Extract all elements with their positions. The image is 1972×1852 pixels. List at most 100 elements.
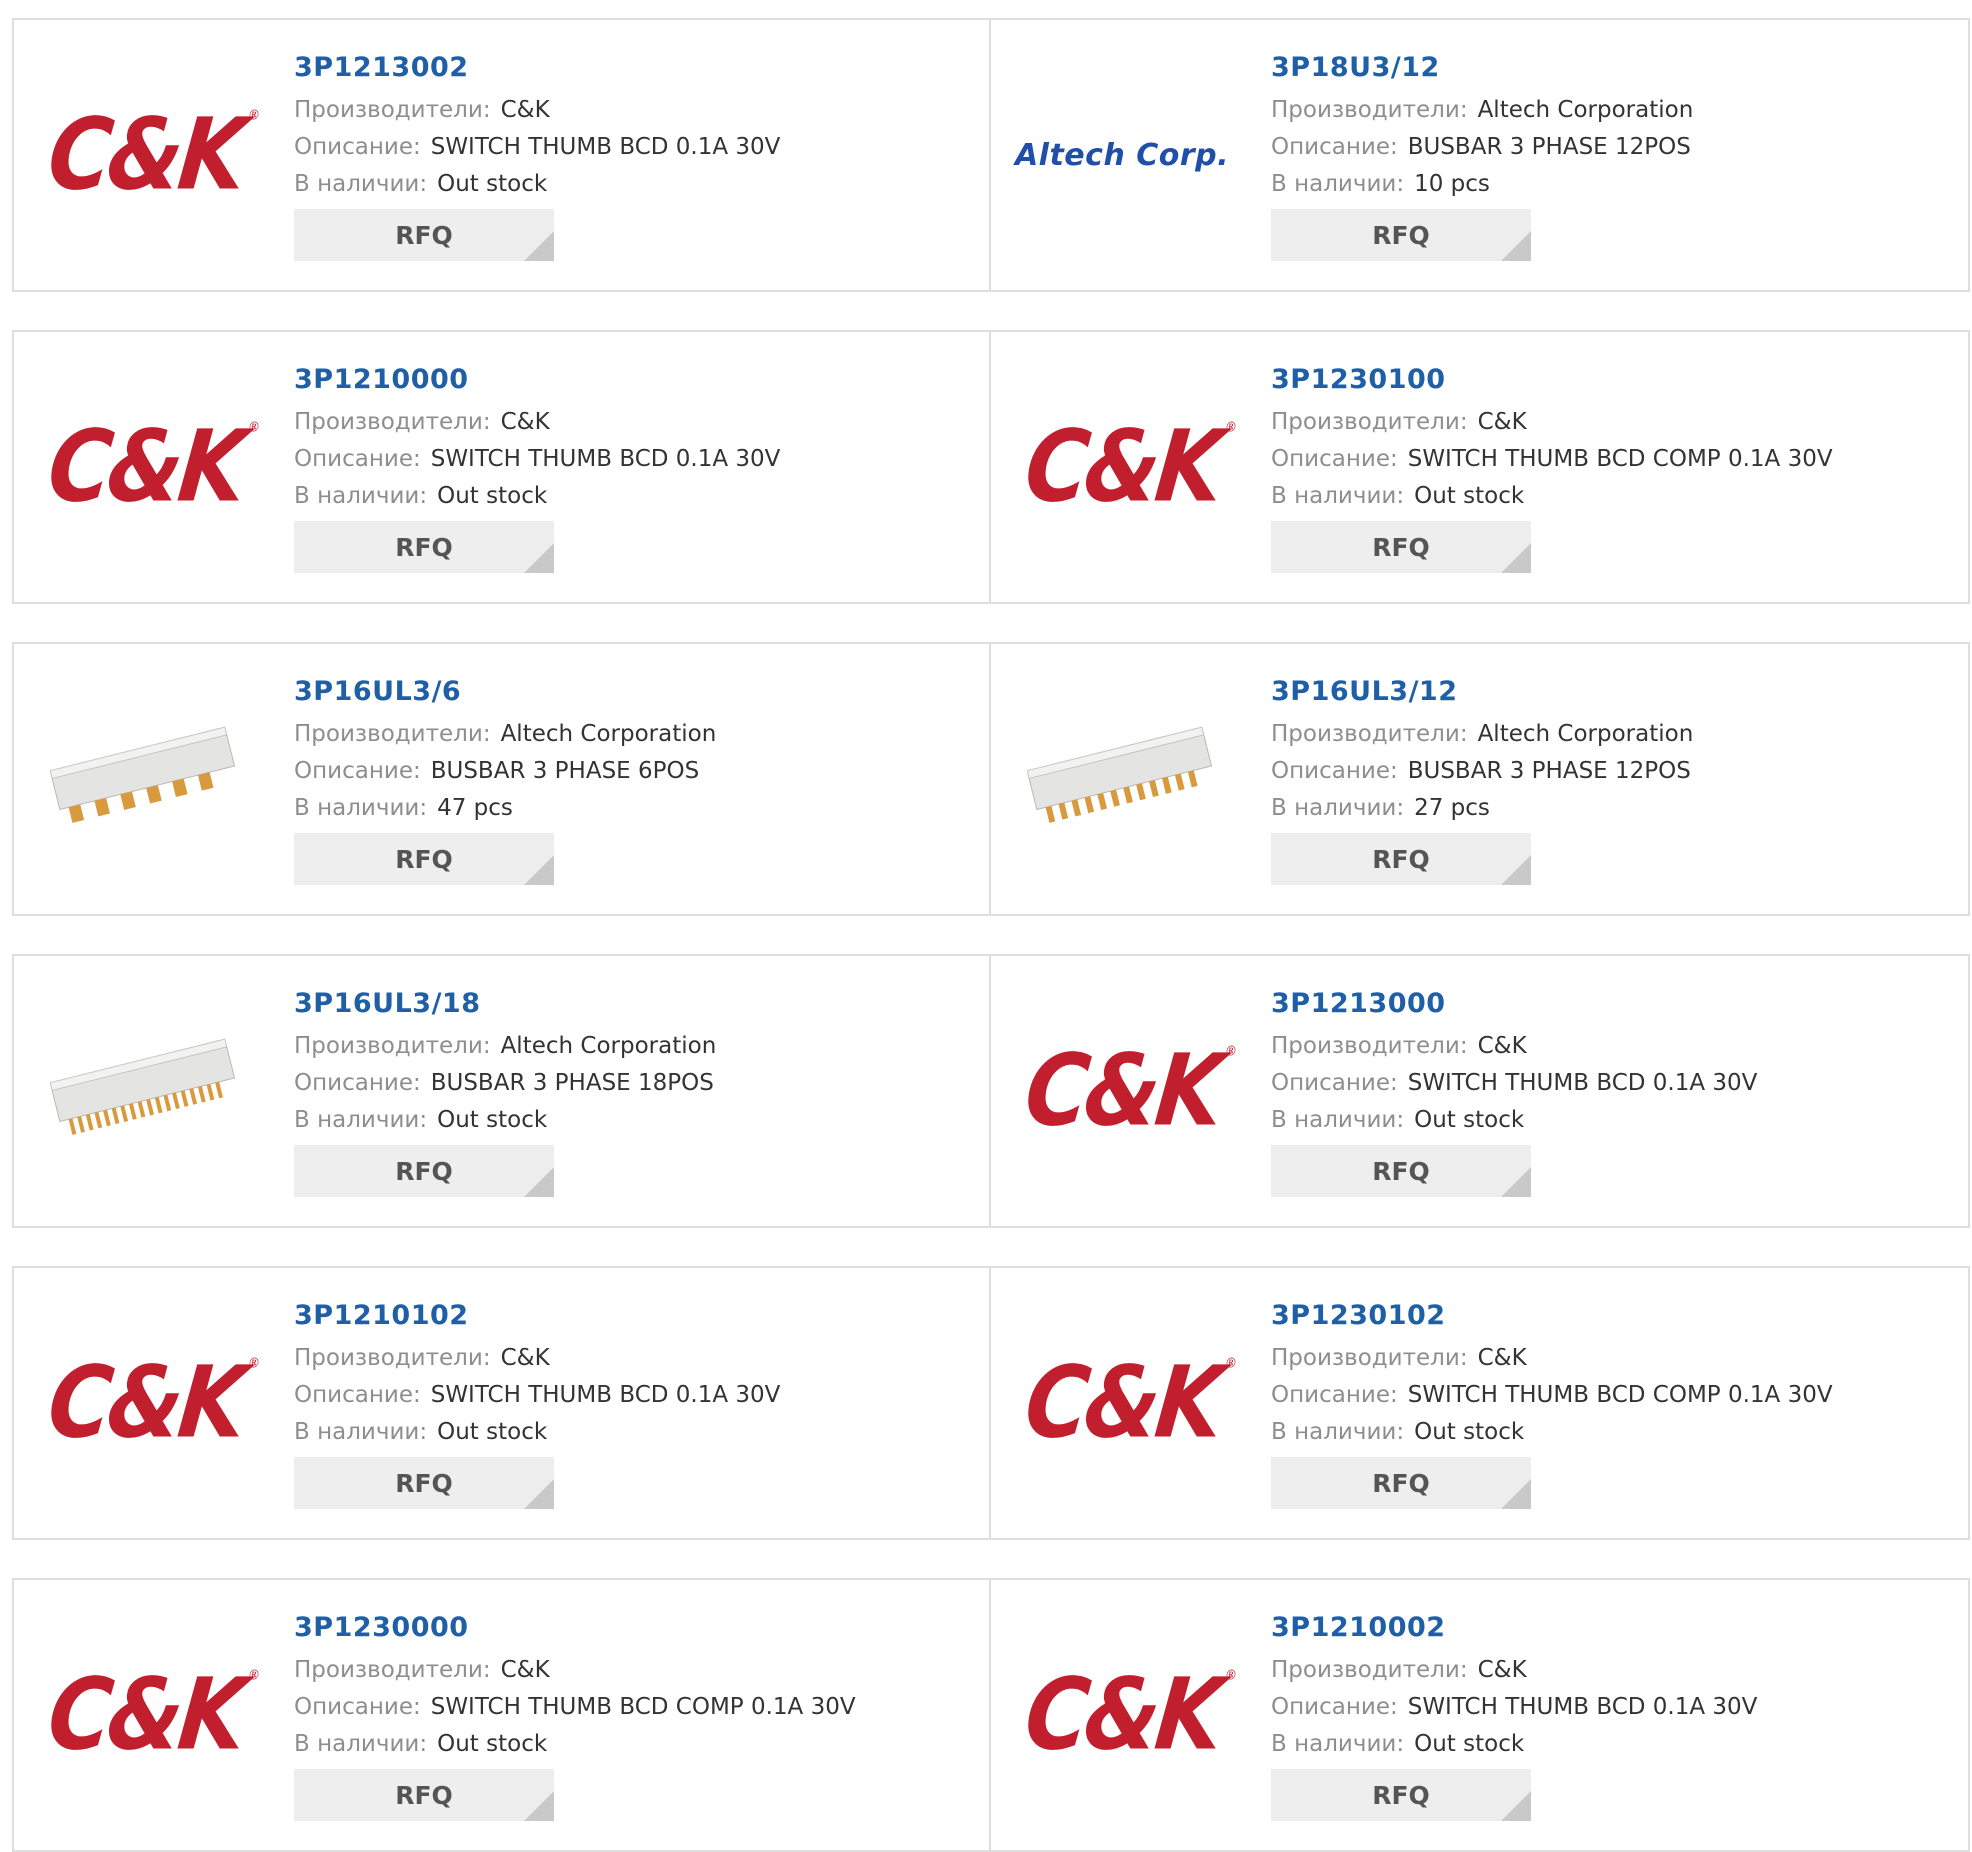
rfq-button[interactable]: RFQ (1271, 1457, 1531, 1509)
product-info: 3P1230000 Производители: C&K Описание: SWI… (294, 1610, 969, 1821)
corner-triangle-icon (1501, 855, 1531, 885)
product-image[interactable]: C&K ® (1019, 996, 1238, 1186)
manufacturer-label: Производители: (1271, 721, 1468, 747)
manufacturer-label: Производители: (1271, 1033, 1468, 1059)
stock-row: В наличии: 47 pcs (294, 790, 969, 827)
product-image[interactable] (42, 996, 248, 1186)
part-number-link[interactable]: 3P1230100 (1271, 362, 1446, 398)
product-image[interactable]: C&K ® (42, 60, 261, 250)
rfq-label: RFQ (1372, 844, 1430, 874)
product-image[interactable]: C&K ® (1019, 1620, 1238, 1810)
product-image[interactable]: C&K ® (42, 1308, 261, 1498)
description-value: BUSBAR 3 PHASE 18POS (430, 1070, 714, 1096)
busbar-6-photo (50, 726, 236, 823)
stock-value: Out stock (437, 1731, 548, 1757)
description-value: SWITCH THUMB BCD COMP 0.1A 30V (1407, 446, 1833, 472)
part-number-link[interactable]: 3P16UL3/12 (1271, 674, 1458, 710)
product-image[interactable]: Altech Corp. (1015, 60, 1229, 250)
product-image[interactable]: C&K ® (1019, 372, 1238, 562)
description-row: Описание: SWITCH THUMB BCD COMP 0.1A 30V (1271, 441, 1948, 478)
rfq-button[interactable]: RFQ (1271, 833, 1531, 885)
product-image[interactable]: C&K ® (42, 372, 261, 562)
rfq-button[interactable]: RFQ (294, 1457, 554, 1509)
part-number-link[interactable]: 3P16UL3/6 (294, 674, 461, 710)
product-image[interactable]: C&K ® (1019, 1308, 1238, 1498)
manufacturer-label: Производители: (294, 1345, 491, 1371)
rfq-button[interactable]: RFQ (294, 1769, 554, 1821)
description-label: Описание: (294, 1070, 421, 1096)
part-number-link[interactable]: 3P1210102 (294, 1298, 469, 1334)
rfq-button[interactable]: RFQ (294, 1145, 554, 1197)
product-info: 3P16UL3/18 Производители: Altech Corporat… (294, 986, 969, 1197)
product-card: Altech Corp. 3P18U3/12 Производители: Alt… (991, 18, 1970, 292)
rfq-label: RFQ (395, 1468, 453, 1498)
description-value: SWITCH THUMB BCD COMP 0.1A 30V (1407, 1382, 1833, 1408)
product-image[interactable]: C&K ® (42, 1620, 261, 1810)
manufacturer-value: C&K (500, 1657, 550, 1683)
manufacturer-row: Производители: C&K (294, 404, 969, 441)
product-card: C&K ® 3P1230000 Производители: C&K Описани… (12, 1578, 991, 1852)
stock-value: Out stock (437, 171, 548, 197)
rfq-button[interactable]: RFQ (294, 833, 554, 885)
corner-triangle-icon (1501, 543, 1531, 573)
manufacturer-label: Производители: (294, 409, 491, 435)
manufacturer-value: C&K (500, 409, 550, 435)
stock-value: Out stock (437, 1107, 548, 1133)
part-number-link[interactable]: 3P16UL3/18 (294, 986, 481, 1022)
manufacturer-label: Производители: (294, 1657, 491, 1683)
manufacturer-label: Производители: (1271, 1657, 1468, 1683)
manufacturer-row: Производители: Altech Corporation (1271, 716, 1948, 753)
stock-row: В наличии: Out stock (1271, 1726, 1948, 1763)
ck-logo: C&K ® (42, 1345, 261, 1461)
product-info: 3P16UL3/6 Производители: Altech Corporati… (294, 674, 969, 885)
stock-label: В наличии: (294, 1731, 428, 1757)
stock-value: Out stock (1414, 1419, 1525, 1445)
product-card: C&K ® 3P1230100 Производители: C&K Описани… (991, 330, 1970, 604)
product-card: C&K ® 3P1213000 Производители: C&K Описани… (991, 954, 1970, 1228)
part-number-link[interactable]: 3P1213002 (294, 50, 469, 86)
description-row: Описание: SWITCH THUMB BCD 0.1A 30V (294, 441, 969, 478)
rfq-button[interactable]: RFQ (1271, 209, 1531, 261)
stock-label: В наличии: (1271, 483, 1405, 509)
part-number-link[interactable]: 3P1213000 (1271, 986, 1446, 1022)
stock-label: В наличии: (1271, 1107, 1405, 1133)
product-info: 3P1230100 Производители: C&K Описание: SWI… (1271, 362, 1948, 573)
product-info: 3P1230102 Производители: C&K Описание: SWI… (1271, 1298, 1948, 1509)
product-image[interactable] (42, 684, 248, 874)
part-number-link[interactable]: 3P18U3/12 (1271, 50, 1440, 86)
description-value: SWITCH THUMB BCD 0.1A 30V (1407, 1070, 1758, 1096)
stock-row: В наличии: Out stock (1271, 1102, 1948, 1139)
product-card: C&K ® 3P1210102 Производители: C&K Описани… (12, 1266, 991, 1540)
description-label: Описание: (294, 446, 421, 472)
corner-triangle-icon (524, 855, 554, 885)
stock-row: В наличии: Out stock (294, 1726, 969, 1763)
part-number-link[interactable]: 3P1210000 (294, 362, 469, 398)
rfq-button[interactable]: RFQ (294, 521, 554, 573)
part-number-link[interactable]: 3P1230000 (294, 1610, 469, 1646)
description-row: Описание: BUSBAR 3 PHASE 12POS (1271, 129, 1948, 166)
manufacturer-value: C&K (500, 97, 550, 123)
part-number-link[interactable]: 3P1230102 (1271, 1298, 1446, 1334)
stock-label: В наличии: (294, 171, 428, 197)
rfq-label: RFQ (1372, 532, 1430, 562)
stock-label: В наличии: (1271, 1731, 1405, 1757)
product-card: 3P16UL3/18 Производители: Altech Corporat… (12, 954, 991, 1228)
rfq-button[interactable]: RFQ (1271, 521, 1531, 573)
description-label: Описание: (294, 1382, 421, 1408)
part-number-link[interactable]: 3P1210002 (1271, 1610, 1446, 1646)
ck-logo: C&K ® (42, 97, 261, 213)
description-row: Описание: SWITCH THUMB BCD 0.1A 30V (1271, 1065, 1948, 1102)
stock-label: В наличии: (294, 1107, 428, 1133)
registered-mark: ® (246, 418, 261, 435)
rfq-button[interactable]: RFQ (294, 209, 554, 261)
stock-value: Out stock (1414, 483, 1525, 509)
manufacturer-row: Производители: C&K (294, 1340, 969, 1377)
description-value: BUSBAR 3 PHASE 6POS (430, 758, 700, 784)
registered-mark: ® (1223, 1666, 1238, 1683)
product-image[interactable] (1019, 684, 1225, 874)
ck-logo: C&K ® (1019, 1657, 1238, 1773)
rfq-button[interactable]: RFQ (1271, 1145, 1531, 1197)
rfq-button[interactable]: RFQ (1271, 1769, 1531, 1821)
stock-label: В наличии: (294, 1419, 428, 1445)
product-info: 3P1210102 Производители: C&K Описание: SWI… (294, 1298, 969, 1509)
